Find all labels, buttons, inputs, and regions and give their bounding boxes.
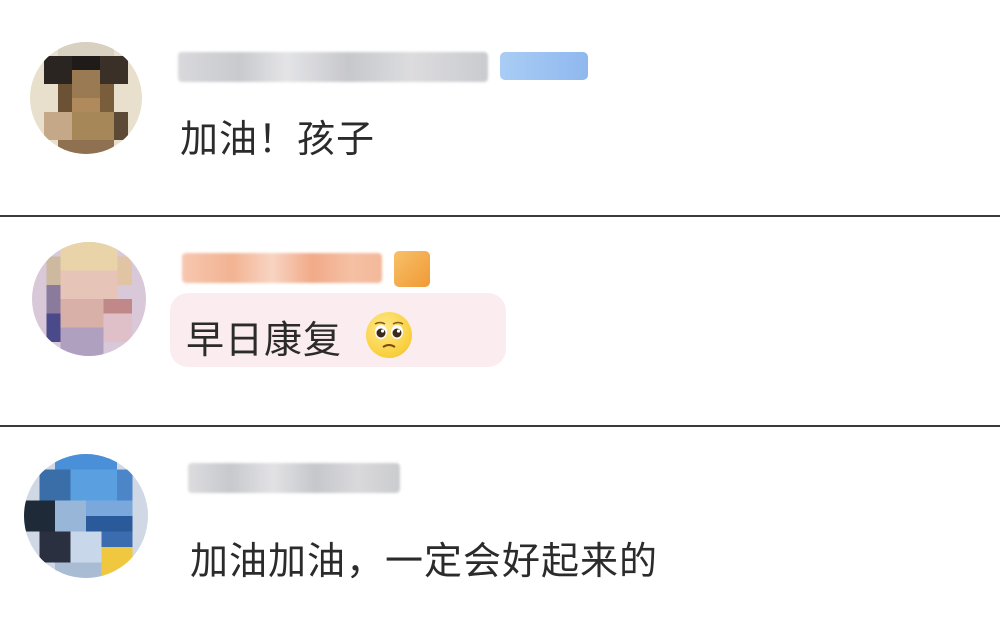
avatar[interactable] bbox=[30, 42, 142, 154]
pleading-face-icon bbox=[366, 312, 412, 358]
username[interactable] bbox=[182, 253, 382, 283]
comment-text: 早日康复 bbox=[186, 318, 343, 362]
comment-text: 加油加油，一定会好起来的 bbox=[190, 539, 659, 583]
fan-badge-icon bbox=[394, 251, 430, 287]
avatar[interactable] bbox=[32, 242, 146, 356]
comment-item: 加油！孩子 bbox=[0, 0, 1000, 216]
username[interactable] bbox=[188, 463, 400, 493]
comment-text: 加油！孩子 bbox=[180, 117, 376, 161]
username[interactable] bbox=[178, 52, 488, 82]
avatar[interactable] bbox=[24, 454, 148, 578]
comment-item: 加油加油，一定会好起来的 bbox=[0, 427, 1000, 636]
comment-item: 早日康复 bbox=[0, 217, 1000, 425]
vip-badge-icon bbox=[500, 52, 588, 80]
